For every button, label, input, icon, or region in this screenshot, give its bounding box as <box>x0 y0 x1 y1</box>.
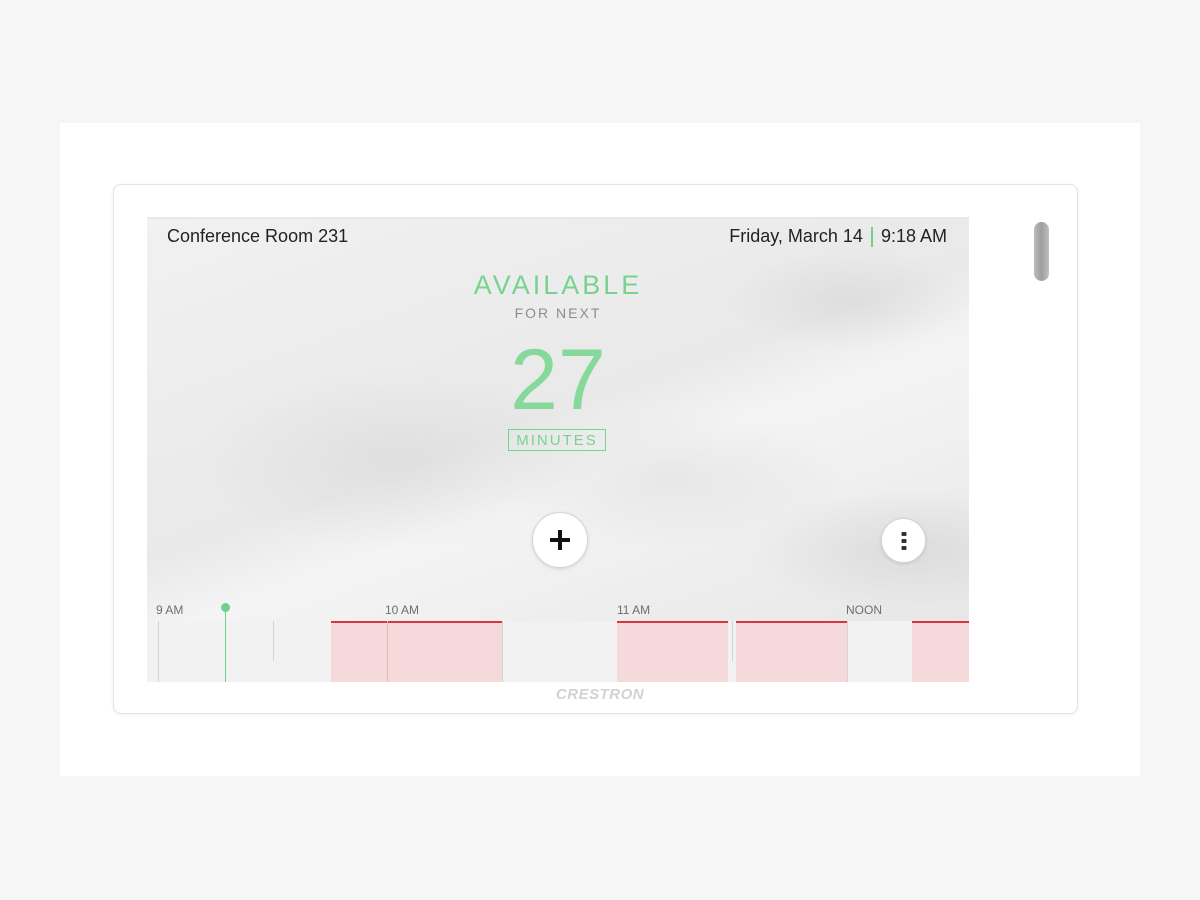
date-time-divider <box>870 226 873 247</box>
availability-subtitle: FOR NEXT <box>514 305 602 321</box>
minutes-remaining: 27 <box>510 332 606 428</box>
minutes-unit-label: MINUTES <box>508 429 606 451</box>
current-time-marker <box>221 603 230 612</box>
current-date: Friday, March 14 <box>729 226 863 246</box>
plus-icon <box>550 530 570 550</box>
timeline-divider <box>502 621 503 682</box>
timeline-tick-9am: 9 AM <box>156 603 184 617</box>
timeline-tick-11am: 11 AM <box>617 603 651 617</box>
touchscreen: Conference Room 231 Friday, March 14 9:1… <box>147 217 969 682</box>
add-reservation-button[interactable] <box>532 512 588 568</box>
crestron-logo: CRESTRON <box>555 686 645 703</box>
sensor-bar <box>1034 222 1049 281</box>
booked-slot[interactable] <box>331 621 502 682</box>
booked-slot[interactable] <box>912 621 969 682</box>
timeline-tick-noon: NOON <box>846 603 882 617</box>
more-options-button[interactable] <box>881 518 926 563</box>
timeline-divider <box>847 621 848 682</box>
timeline-divider <box>273 621 274 661</box>
availability-status: AVAILABLE <box>473 270 643 300</box>
booked-slot[interactable] <box>617 621 728 682</box>
timeline-divider <box>387 621 388 682</box>
vertical-ellipsis-icon <box>901 531 906 550</box>
schedule-timeline[interactable] <box>147 621 969 682</box>
timeline-divider <box>158 621 159 682</box>
current-time-line <box>225 607 226 682</box>
room-name: Conference Room 231 <box>167 226 349 246</box>
date-time: Friday, March 14 9:18 AM <box>729 226 947 247</box>
timeline-divider <box>732 621 733 661</box>
timeline-tick-10am: 10 AM <box>385 603 420 617</box>
current-time: 9:18 AM <box>880 226 947 246</box>
booked-slot[interactable] <box>736 621 847 682</box>
